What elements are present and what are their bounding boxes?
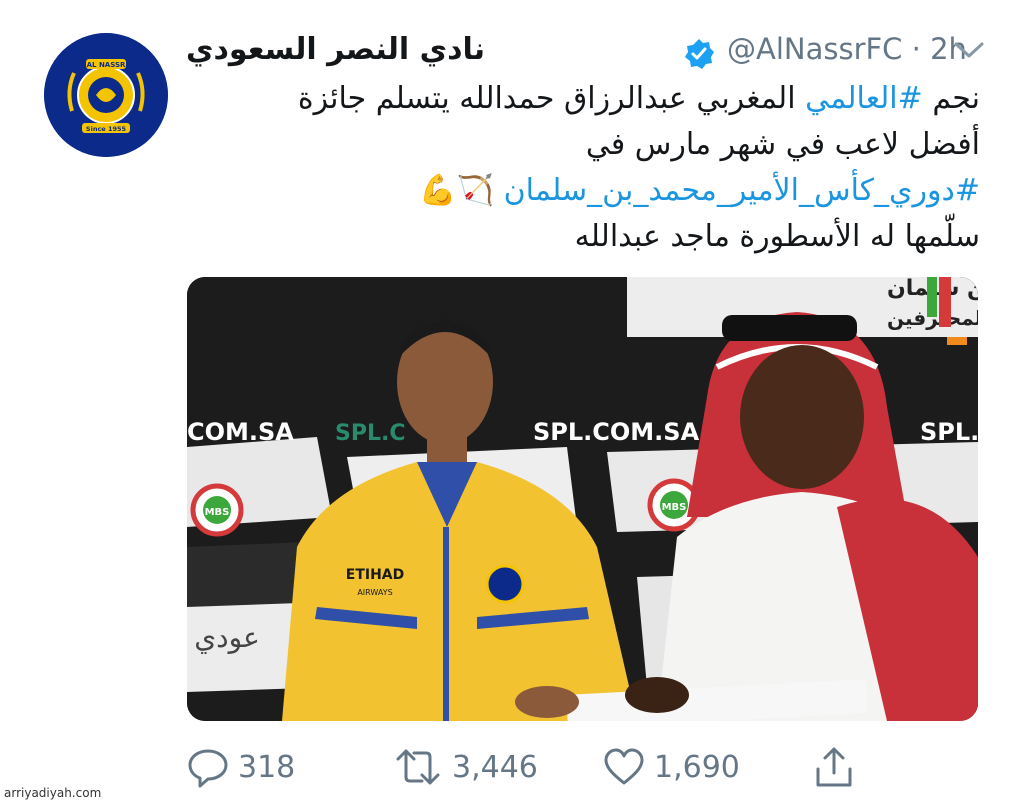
crest-text-bottom: Since 1955 (86, 125, 127, 133)
jersey-sponsor-sub-text: AIRWAYS (357, 588, 392, 597)
tweet-header: نادي النصر السعودي @AlNassrFC · 2h (186, 28, 986, 78)
tweet-emoji: 🏹💪 (419, 173, 495, 208)
tweet-line-4: سلّمها له الأسطورة ماجد عبدالله (574, 219, 980, 254)
verified-badge-icon (685, 39, 714, 69)
watermark: arriyadiyah.com (4, 786, 102, 800)
sponsor-right-text: SPL.C (920, 418, 978, 446)
share-button[interactable] (812, 740, 864, 794)
tweet-photo[interactable]: الأمير محمد بن سلمان للمحترفين COM.SA SP… (187, 277, 978, 721)
mbs-logo-right-label: MBS (662, 502, 687, 513)
sponsor-left-text: COM.SA (187, 418, 294, 446)
account-handle-line: @AlNassrFC · 2h (727, 32, 967, 66)
tweet-line-3: #دوري_كأس_الأمير_محمد_بن_سلمان 🏹💪 (220, 168, 980, 214)
tweet-line-2: أفضل لاعب في شهر مارس في (585, 127, 980, 162)
tweet-text: نجم #العالمي المغربي عبدالرزاق حمدالله ي… (220, 76, 980, 260)
reply-button[interactable]: 318 (186, 740, 295, 794)
reply-count: 318 (238, 749, 296, 785)
sponsor-mid2-text: SPL.COM.SA (533, 418, 700, 446)
mbs-logo-left: MBS (190, 483, 244, 537)
chevron-down-icon[interactable] (952, 38, 986, 62)
photo-illustration: الأمير محمد بن سلمان للمحترفين COM.SA SP… (187, 277, 978, 721)
avatar[interactable]: AL NASSR Since 1955 (44, 33, 168, 157)
tweet-line-1-prefix: نجم (922, 81, 980, 116)
hashtag-link[interactable]: #العالمي (805, 81, 923, 116)
tweet-line-1: نجم #العالمي المغربي عبدالرزاق حمدالله ي… (220, 76, 980, 122)
mbs-logo-left-label: MBS (205, 507, 230, 518)
account-handle[interactable]: @AlNassrFC (727, 32, 902, 66)
separator-dot: · (911, 32, 921, 66)
tweet-actions: 318 3,446 1,690 (186, 740, 886, 794)
like-count: 1,690 (654, 749, 740, 785)
sponsor-mid1-text: SPL.C (335, 421, 406, 446)
like-button[interactable]: 1,690 (602, 740, 740, 794)
al-nassr-crest-icon: AL NASSR Since 1955 (44, 33, 168, 157)
crest-text-top: AL NASSR (87, 61, 126, 69)
tweet-line-1-suffix: المغربي عبدالرزاق حمدالله يتسلم جائزة (297, 81, 806, 116)
photo-left-text: عودي (194, 621, 260, 654)
jersey-sponsor-text: ETIHAD (346, 567, 405, 583)
share-icon (816, 747, 852, 787)
heart-icon (604, 748, 644, 785)
retweet-count: 3,446 (452, 749, 538, 785)
hashtag-link[interactable]: #دوري_كأس_الأمير_محمد_بن_سلمان (504, 173, 980, 208)
retweet-icon (396, 749, 440, 785)
retweet-button[interactable]: 3,446 (392, 740, 538, 794)
reply-icon (188, 749, 228, 788)
account-name[interactable]: نادي النصر السعودي (186, 32, 485, 67)
